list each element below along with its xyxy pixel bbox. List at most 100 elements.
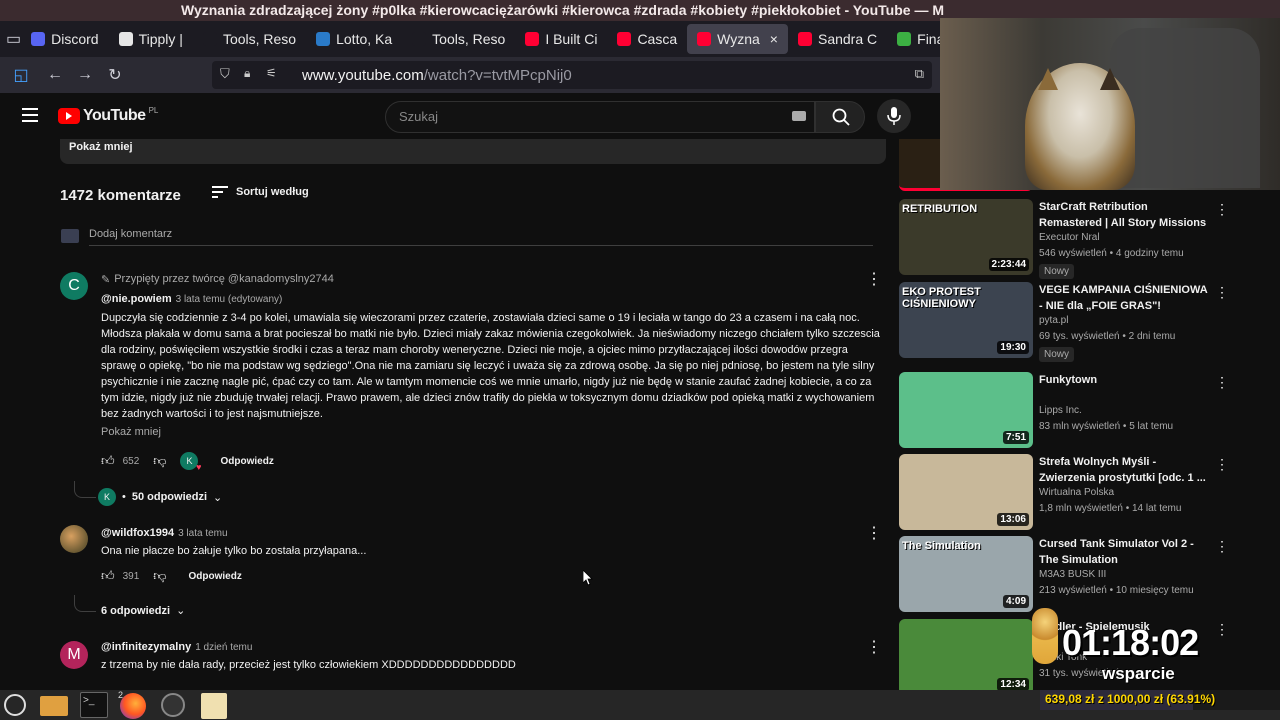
tab[interactable]: Wyzna × [687, 24, 788, 54]
comment-time[interactable]: 3 lata temu [178, 528, 227, 539]
video-channel[interactable]: M3A3 BUSK III [1039, 569, 1106, 580]
comment-time[interactable]: 3 lata temu (edytowany) [176, 294, 283, 305]
more-options-icon[interactable]: ⋮ [1215, 456, 1229, 473]
comment-author[interactable]: @nie.powiem [101, 293, 172, 305]
thread-line [74, 595, 96, 612]
replies-toggle[interactable]: K • 50 odpowiedzi ⌄ [98, 488, 222, 506]
more-options-icon[interactable]: ⋮ [1215, 374, 1229, 391]
obs-icon[interactable] [161, 693, 185, 717]
youtube-logo[interactable]: YouTube PL [58, 106, 158, 125]
sort-icon [212, 186, 228, 198]
replies-toggle[interactable]: 6 odpowiedzi ⌄ [101, 604, 185, 618]
tab-favicon-icon [897, 32, 912, 46]
comment-header: @nie.powiem 3 lata temu (edytowany) [101, 293, 282, 305]
comment-avatar[interactable]: C [60, 272, 88, 300]
tab[interactable]: I Built Ci [515, 24, 607, 54]
video-item[interactable]: 13:06 Strefa Wolnych Myśli - Zwierzenia p… [899, 454, 1229, 534]
menu-icon[interactable] [22, 108, 38, 122]
sort-button[interactable]: Sortuj według [212, 186, 309, 198]
more-options-icon[interactable]: ⋮ [1215, 538, 1229, 555]
keyboard-icon[interactable] [792, 111, 806, 121]
tab[interactable]: Tools, Reso [193, 24, 306, 54]
reply-button[interactable]: Odpowiedz [220, 456, 273, 467]
firefox-icon[interactable] [120, 693, 146, 719]
comment-time[interactable]: 1 dzień temu [195, 642, 252, 653]
tab-close-icon[interactable]: × [770, 31, 778, 47]
like-icon[interactable]: 👍︎ [101, 568, 115, 584]
video-channel[interactable]: Executor Nral [1039, 232, 1100, 243]
video-stats: 546 wyświetleń • 4 godziny temu [1039, 248, 1184, 259]
voice-search-button[interactable] [877, 99, 911, 133]
video-channel[interactable]: pyta.pl [1039, 315, 1068, 326]
address-bar[interactable]: ⛉ 🔒︎ ⚟ www.youtube.com/watch?v=tvtMPcpNi… [212, 61, 932, 89]
more-options-icon[interactable]: ⋮ [866, 637, 882, 657]
picture-in-picture-icon[interactable]: ⧉ [915, 66, 924, 82]
permissions-icon[interactable]: ⚟ [266, 66, 277, 80]
text-editor-icon[interactable] [201, 693, 227, 719]
video-title[interactable]: VEGE KAMPANIA CIŚNIENIOWA - NIE dla „FOI… [1039, 282, 1209, 314]
video-title[interactable]: StarCraft Retribution Remastered | All S… [1039, 199, 1209, 231]
timer-value: 01:18:02 [1062, 622, 1199, 663]
video-thumbnail[interactable]: 13:06 [899, 454, 1033, 530]
video-thumbnail[interactable]: 12:34 [899, 619, 1033, 690]
tab-list-icon[interactable]: ▭ [6, 29, 21, 49]
more-options-icon[interactable]: ⋮ [866, 523, 882, 543]
comment-author[interactable]: @infinitezymalny [101, 641, 191, 653]
video-channel[interactable]: Wirtualna Polska [1039, 487, 1114, 498]
reload-icon[interactable]: ↻ [100, 65, 130, 85]
start-menu-icon[interactable] [4, 694, 26, 716]
tab[interactable]: Lotto, Ka [306, 24, 402, 54]
add-comment-input[interactable]: Dodaj komentarz [89, 228, 172, 240]
shield-icon[interactable]: ⛉ [220, 66, 230, 82]
video-title[interactable]: Cursed Tank Simulator Vol 2 - The Simula… [1039, 536, 1209, 568]
tab[interactable]: Discord [21, 24, 108, 54]
dislike-icon[interactable]: 👎︎ [153, 453, 166, 469]
tab-favicon-icon [118, 32, 133, 46]
search-input[interactable]: Szukaj [385, 101, 815, 133]
tab[interactable]: Tipply | [109, 24, 193, 54]
show-less-description-button[interactable]: Pokaż mniej [69, 141, 133, 153]
tab-label: Wyzna [717, 31, 760, 47]
comment-avatar[interactable]: M [60, 641, 88, 669]
dislike-icon[interactable]: 👎︎ [153, 568, 166, 584]
like-icon[interactable]: 👍︎ [101, 453, 115, 469]
url-text[interactable]: www.youtube.com/watch?v=tvtMPcpNij0 [302, 67, 572, 84]
comment-author[interactable]: @wildfox1994 [101, 527, 174, 539]
video-channel[interactable]: Lipps Inc. [1039, 405, 1082, 416]
lock-icon[interactable]: 🔒︎ [244, 66, 250, 81]
file-manager-icon[interactable] [40, 696, 68, 716]
video-item[interactable]: The Simulation 4:09 Cursed Tank Simulator … [899, 536, 1229, 616]
video-item[interactable]: RETRIBUTION 2:23:44 StarCraft Retribution … [899, 199, 1229, 279]
video-title[interactable]: Funkytown [1039, 372, 1209, 388]
video-thumbnail[interactable]: RETRIBUTION 2:23:44 [899, 199, 1033, 275]
comments-section: Pokaż mniej 1472 komentarze Sortuj wedłu… [0, 139, 892, 690]
more-options-icon[interactable]: ⋮ [1215, 201, 1229, 218]
video-duration: 4:09 [1002, 595, 1029, 608]
tab[interactable]: Casca [607, 24, 687, 54]
tab[interactable]: Sandra C [788, 24, 887, 54]
search-button[interactable] [815, 101, 865, 133]
video-duration: 13:06 [997, 513, 1029, 526]
video-thumbnail[interactable]: EKO PROTEST CIŚNIENIOWY 19:30 [899, 282, 1033, 358]
video-title[interactable]: Strefa Wolnych Myśli - Zwierzenia prosty… [1039, 454, 1209, 486]
description-box: Pokaż mniej [60, 139, 886, 164]
video-thumbnail[interactable]: 7:51 [899, 372, 1033, 448]
video-thumbnail[interactable]: The Simulation 4:09 [899, 536, 1033, 612]
thumbnail-text: RETRIBUTION [902, 203, 978, 215]
more-options-icon[interactable]: ⋮ [866, 269, 882, 289]
back-icon[interactable]: ← [40, 66, 70, 84]
show-less-button[interactable]: Pokaż mniej [101, 426, 161, 438]
donation-text: 639,08 zł z 1000,00 zł (63.91%) [1045, 692, 1216, 706]
more-options-icon[interactable]: ⋮ [1215, 284, 1229, 301]
youtube-play-icon [58, 108, 80, 124]
terminal-icon[interactable]: >_ [80, 692, 108, 718]
sidebar-toggle-icon[interactable]: ◱ [6, 65, 36, 85]
tab[interactable]: Tools, Reso [402, 24, 515, 54]
video-item[interactable]: 7:51 Funkytown Lipps Inc. 83 mln wyświetleń… [899, 372, 1229, 452]
video-item[interactable]: EKO PROTEST CIŚNIENIOWY 19:30 VEGE KAMPANI… [899, 282, 1229, 362]
comment-avatar-fox[interactable] [60, 525, 88, 553]
tab-favicon-icon [412, 32, 427, 46]
reply-button[interactable]: Odpowiedz [188, 571, 241, 582]
comment-header: @infinitezymalny 1 dzień temu [101, 641, 252, 653]
forward-icon[interactable]: → [70, 66, 100, 84]
